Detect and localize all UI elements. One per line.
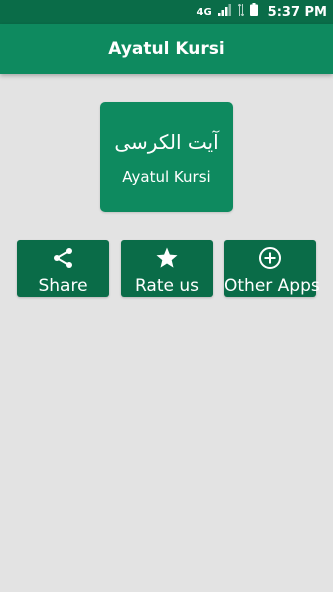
status-time: 5:37 PM — [267, 4, 327, 20]
arabic-title: آیت الکرسی — [114, 130, 219, 154]
add-circle-icon — [224, 246, 316, 270]
app-bar: Ayatul Kursi — [0, 24, 333, 74]
data-activity-icon — [237, 3, 245, 21]
battery-icon — [249, 3, 258, 21]
rate-us-label: Rate us — [134, 276, 199, 296]
share-label: Share — [38, 276, 88, 296]
card-label: Ayatul Kursi — [122, 168, 211, 186]
status-bar: 4G 5:37 PM — [0, 0, 333, 24]
rate-us-button[interactable]: Rate us — [121, 240, 213, 297]
star-icon — [121, 246, 213, 270]
other-apps-button[interactable]: Other Apps — [224, 240, 320, 297]
app-title: Ayatul Kursi — [108, 39, 225, 59]
share-button[interactable]: Share — [17, 240, 109, 297]
ayatul-kursi-card[interactable]: آیت الکرسی Ayatul Kursi — [100, 102, 233, 212]
other-apps-label: Other Apps — [224, 276, 320, 296]
status-icons: 4G 5:37 PM — [196, 0, 327, 24]
share-icon — [17, 246, 109, 270]
network-type-label: 4G — [196, 6, 212, 18]
signal-icon — [217, 3, 232, 21]
